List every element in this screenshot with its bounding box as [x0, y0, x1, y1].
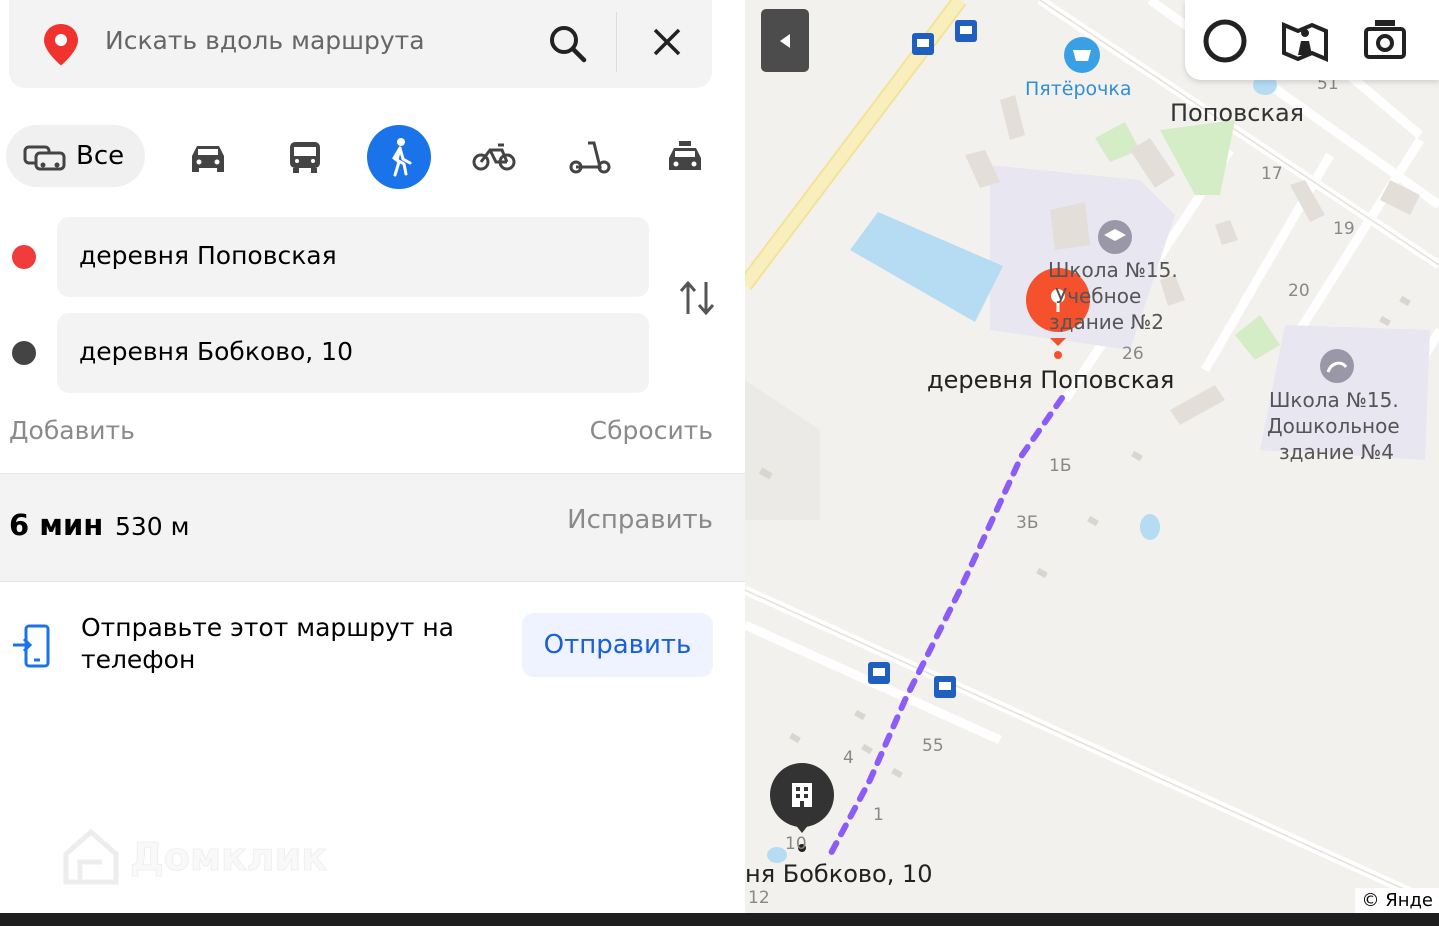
search-icon[interactable]: [546, 22, 590, 70]
mode-walk-button[interactable]: [367, 125, 431, 189]
os-taskbar: [0, 913, 1439, 926]
to-field[interactable]: деревня Бобково, 10: [57, 313, 649, 393]
phone-send-icon: [12, 624, 52, 672]
mode-car-button[interactable]: [183, 124, 233, 190]
route-summary[interactable]: 6 мин 530 м Исправить: [0, 473, 745, 582]
send-button[interactable]: Отправить: [522, 613, 713, 677]
scooter-icon: [569, 141, 611, 174]
house-number: 26: [1122, 344, 1144, 364]
add-point-button[interactable]: Добавить: [9, 416, 135, 445]
route-time: 6 мин: [9, 508, 104, 542]
map-label-school-2[interactable]: Учебное: [1055, 284, 1141, 308]
domclick-watermark: Домклик: [60, 826, 328, 888]
walking-route-line: [827, 395, 1065, 858]
camera-icon[interactable]: [1363, 17, 1407, 65]
route-actions: Добавить Сбросить: [0, 416, 745, 452]
fix-route-button[interactable]: Исправить: [567, 505, 713, 535]
house-number: 20: [1288, 281, 1310, 301]
route-point-from: деревня Поповская: [0, 217, 745, 297]
map-label-start[interactable]: деревня Поповская: [927, 366, 1174, 394]
pedestrian-icon: [392, 138, 412, 177]
mode-taxi-button[interactable]: [660, 124, 710, 190]
watermark-text: Домклик: [129, 835, 328, 880]
start-point-dot: [12, 245, 36, 269]
domclick-logo-icon: [63, 828, 119, 885]
mode-all-label: Все: [76, 141, 125, 171]
route-panel: Искать вдоль маршрута Все деревня Поповс…: [0, 0, 745, 913]
house-number: 1Б: [1049, 456, 1072, 476]
to-value: деревня Бобково, 10: [79, 337, 353, 366]
search-bar: Искать вдоль маршрута: [9, 0, 712, 88]
reset-route-button[interactable]: Сбросить: [590, 416, 713, 445]
search-input[interactable]: Искать вдоль маршрута: [105, 26, 425, 55]
map-label-shop[interactable]: Пятёрочка: [1025, 78, 1132, 100]
map-view[interactable]: Пятёрочка Поповская Школа №15. Учебное з…: [745, 0, 1439, 913]
mode-all-button[interactable]: Все: [6, 125, 145, 187]
map-label-school-1[interactable]: Школа №15.: [1048, 258, 1178, 282]
map-label-village[interactable]: Поповская: [1170, 99, 1304, 127]
end-point-dot: [12, 341, 36, 365]
send-to-phone: Отправьте этот маршрут на телефон Отправ…: [0, 600, 745, 690]
house-number: 12: [748, 888, 770, 908]
map-label-kinder-1[interactable]: Школа №15.: [1269, 388, 1399, 412]
route-distance: 530 м: [115, 512, 190, 541]
location-pin-icon: [41, 22, 81, 72]
house-number: 1: [873, 805, 884, 825]
collapse-panel-button[interactable]: [761, 9, 809, 72]
car-icon: [192, 146, 224, 172]
map-copyright[interactable]: © Янде: [1355, 888, 1439, 913]
swap-points-icon[interactable]: [677, 278, 717, 322]
mode-bus-button[interactable]: [280, 124, 330, 190]
transport-modes: Все: [0, 124, 745, 190]
house-number: 19: [1333, 219, 1355, 239]
from-value: деревня Поповская: [79, 241, 337, 270]
search-separator: [616, 12, 617, 72]
taxi-icon: [669, 141, 701, 170]
park-area: [1160, 120, 1235, 195]
map-label-end[interactable]: ня Бобково, 10: [745, 860, 933, 888]
cars-icon: [23, 145, 66, 171]
house-number: 55: [922, 736, 944, 756]
house-number: 17: [1261, 164, 1283, 184]
mode-bike-button[interactable]: [469, 124, 519, 190]
house-number: 3Б: [1016, 513, 1039, 533]
bus-icon: [290, 142, 320, 173]
close-icon[interactable]: [649, 24, 685, 64]
chevron-left-icon: [780, 33, 790, 48]
map-controls: [1185, 0, 1439, 80]
kindergarten-icon[interactable]: [1320, 349, 1354, 383]
school-icon[interactable]: [1098, 220, 1132, 254]
shop-icon[interactable]: [1064, 37, 1100, 73]
pond: [850, 212, 1003, 322]
route-point-to: деревня Бобково, 10: [0, 313, 745, 393]
house-number: 4: [843, 748, 854, 768]
alice-assistant-icon[interactable]: [1201, 17, 1249, 69]
from-field[interactable]: деревня Поповская: [57, 217, 649, 297]
bus-stop-icons[interactable]: [868, 20, 977, 698]
map-label-kinder-2[interactable]: Дошкольное: [1267, 414, 1400, 438]
map-label-school-3[interactable]: здание №2: [1049, 310, 1164, 334]
panorama-icon[interactable]: [1281, 17, 1329, 67]
house-number: 10: [785, 834, 807, 854]
send-text: Отправьте этот маршрут на телефон: [81, 613, 454, 674]
mode-scooter-button[interactable]: [565, 124, 615, 190]
map-label-kinder-3[interactable]: здание №4: [1279, 440, 1394, 464]
bicycle-icon: [472, 143, 516, 171]
